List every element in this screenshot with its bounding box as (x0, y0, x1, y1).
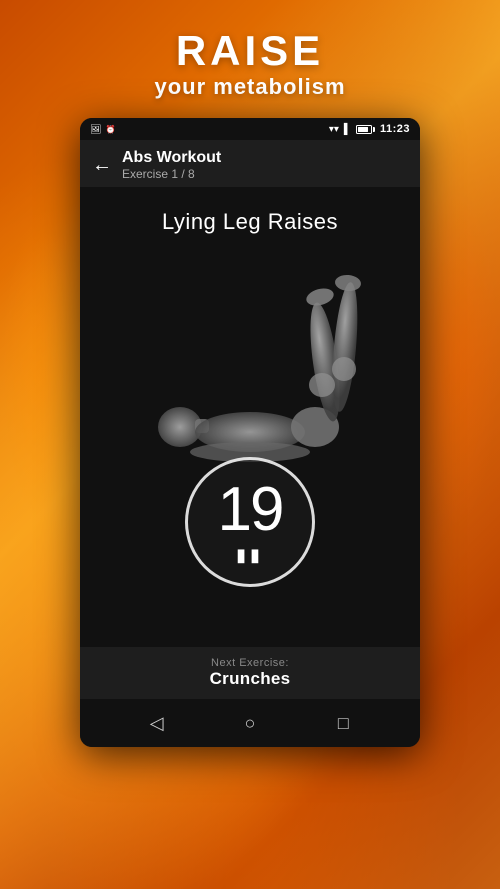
flame-left-decoration (0, 220, 80, 520)
headline-section: RAISE your metabolism (0, 0, 500, 118)
bottom-nav: ◁ ○ □ (80, 699, 420, 747)
image-status-icon: 🖼 (90, 124, 101, 135)
battery-icon (356, 125, 375, 134)
wifi-icon: ▾▾ (329, 124, 339, 135)
status-bar: 🖼 ⏰ ▾▾ ▌ 11:23 (80, 118, 420, 140)
exercise-progress: Exercise 1 / 8 (122, 167, 408, 181)
exercise-area: Lying Leg Raises (80, 187, 420, 647)
next-exercise-bar: Next Exercise: Crunches (80, 647, 420, 699)
headline-raise: RAISE (0, 28, 500, 74)
status-right-icons: ▾▾ ▌ 11:23 (329, 123, 410, 135)
headline-subtitle: your metabolism (0, 74, 500, 100)
top-bar: ← Abs Workout Exercise 1 / 8 (80, 140, 420, 187)
recent-nav-button[interactable]: □ (325, 705, 361, 741)
back-nav-button[interactable]: ◁ (139, 705, 175, 741)
exercise-name: Lying Leg Raises (162, 209, 338, 235)
status-time: 11:23 (380, 123, 410, 135)
timer-value: 19 (218, 479, 283, 541)
timer-circle: 19 ▮▮ (185, 457, 315, 587)
pause-button[interactable]: ▮▮ (236, 545, 264, 566)
timer-wrapper[interactable]: 19 ▮▮ (185, 457, 315, 587)
back-button[interactable]: ← (92, 155, 112, 175)
signal-icon: ▌ (344, 124, 351, 135)
next-exercise-name: Crunches (80, 669, 420, 689)
workout-title: Abs Workout (122, 148, 408, 167)
home-nav-button[interactable]: ○ (232, 705, 268, 741)
phone-frame: 🖼 ⏰ ▾▾ ▌ 11:23 ← Abs Workout Exercise 1 … (80, 118, 420, 747)
next-exercise-label: Next Exercise: (80, 657, 420, 669)
flame-right-decoration (410, 180, 500, 530)
alarm-status-icon: ⏰ (105, 125, 115, 134)
status-left-icons: 🖼 ⏰ (90, 124, 325, 135)
top-bar-text: Abs Workout Exercise 1 / 8 (122, 148, 408, 181)
